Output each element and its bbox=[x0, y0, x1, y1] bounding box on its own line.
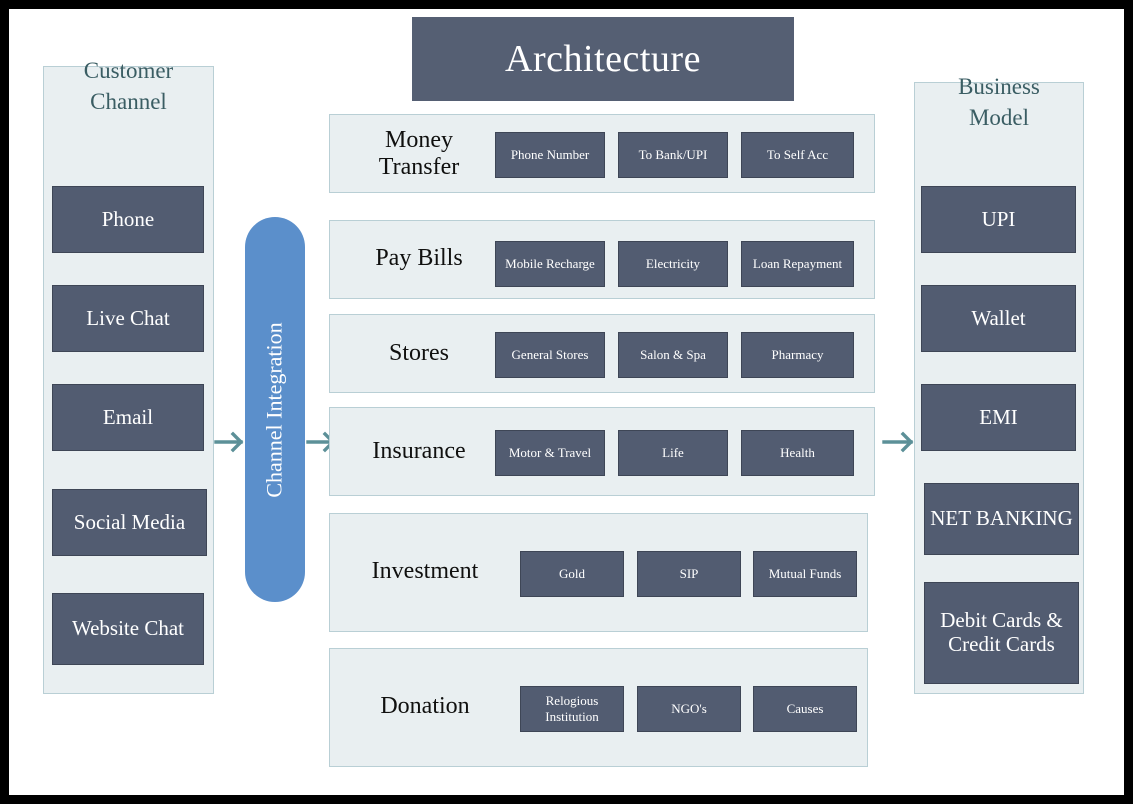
business-model-item-net-banking[interactable]: NET BANKING bbox=[924, 483, 1079, 555]
chip-label: Loan Repayment bbox=[752, 256, 843, 272]
business-model-item-emi[interactable]: EMI bbox=[921, 384, 1076, 451]
service-row-label: Investment bbox=[371, 558, 479, 584]
card-label: Debit Cards & Credit Cards bbox=[940, 608, 1063, 656]
chip-label: To Bank/UPI bbox=[638, 147, 708, 163]
service-chip[interactable]: Relogious Institution bbox=[520, 686, 624, 732]
service-chip[interactable]: Mobile Recharge bbox=[495, 241, 605, 287]
service-chip[interactable]: Mutual Funds bbox=[753, 551, 857, 597]
card-label: Phone bbox=[101, 206, 155, 231]
chip-label: Mutual Funds bbox=[768, 566, 842, 582]
chip-label: Mobile Recharge bbox=[505, 256, 595, 272]
business-model-item-wallet[interactable]: Wallet bbox=[921, 285, 1076, 352]
card-label: Email bbox=[102, 404, 154, 429]
chip-label: Causes bbox=[786, 701, 824, 717]
chip-label: General Stores bbox=[511, 347, 589, 363]
service-chip[interactable]: Gold bbox=[520, 551, 624, 597]
service-chip[interactable]: Pharmacy bbox=[741, 332, 854, 378]
service-chip[interactable]: Causes bbox=[753, 686, 857, 732]
service-row-investment: Investment Gold SIP Mutual Funds bbox=[329, 513, 868, 632]
channel-integration-label: Channel Integration bbox=[262, 321, 287, 498]
business-model-heading-line1: Business bbox=[958, 74, 1040, 99]
arrow-right-icon-right bbox=[882, 431, 914, 453]
page-title: Architecture bbox=[505, 38, 701, 80]
customer-channel-item-live-chat[interactable]: Live Chat bbox=[52, 285, 204, 352]
chip-label: Salon & Spa bbox=[640, 347, 706, 363]
service-chip[interactable]: Salon & Spa bbox=[618, 332, 728, 378]
business-model-heading: Business Model bbox=[915, 71, 1083, 133]
service-row-label: Donation bbox=[380, 693, 470, 719]
business-model-item-upi[interactable]: UPI bbox=[921, 186, 1076, 253]
chip-label: SIP bbox=[679, 566, 699, 582]
customer-channel-item-website-chat[interactable]: Website Chat bbox=[52, 593, 204, 665]
service-row-label: Pay Bills bbox=[375, 245, 463, 271]
card-label: Social Media bbox=[73, 509, 186, 534]
service-row-stores: Stores General Stores Salon & Spa Pharma… bbox=[329, 314, 875, 393]
diagram-canvas: Architecture Customer Channel Phone Live… bbox=[0, 0, 1133, 804]
service-chip[interactable]: Health bbox=[741, 430, 854, 476]
service-chip[interactable]: Electricity bbox=[618, 241, 728, 287]
service-chip[interactable]: General Stores bbox=[495, 332, 605, 378]
title-banner: Architecture bbox=[412, 17, 794, 101]
customer-channel-heading-line2: Channel bbox=[90, 89, 167, 115]
service-row-insurance: Insurance Motor & Travel Life Health bbox=[329, 407, 875, 496]
service-chip[interactable]: To Self Acc bbox=[741, 132, 854, 178]
chip-label: Life bbox=[662, 445, 684, 461]
service-chip[interactable]: To Bank/UPI bbox=[618, 132, 728, 178]
business-model-item-debit-credit-cards[interactable]: Debit Cards & Credit Cards bbox=[924, 582, 1079, 684]
service-chip[interactable]: Life bbox=[618, 430, 728, 476]
card-label: Wallet bbox=[971, 305, 1026, 330]
customer-channel-item-email[interactable]: Email bbox=[52, 384, 204, 451]
chip-label: Health bbox=[780, 445, 815, 461]
chip-label: Gold bbox=[559, 566, 585, 582]
card-label: Website Chat bbox=[71, 616, 185, 641]
service-chip[interactable]: Loan Repayment bbox=[741, 241, 854, 287]
business-model-heading-line2: Model bbox=[968, 105, 1030, 131]
arrow-right-icon-left bbox=[214, 431, 244, 453]
chip-label: Motor & Travel bbox=[508, 445, 592, 461]
card-label: EMI bbox=[979, 404, 1018, 429]
customer-channel-item-phone[interactable]: Phone bbox=[52, 186, 204, 253]
customer-channel-item-social-media[interactable]: Social Media bbox=[52, 489, 207, 556]
channel-integration-pill[interactable]: Channel Integration bbox=[245, 217, 305, 602]
service-chip[interactable]: Motor & Travel bbox=[495, 430, 605, 476]
chip-label: To Self Acc bbox=[766, 147, 829, 163]
business-model-panel: Business Model UPI Wallet EMI NET BANKIN… bbox=[914, 74, 1084, 694]
chip-label: NGO's bbox=[671, 701, 707, 717]
card-label: Live Chat bbox=[86, 305, 170, 330]
service-row-donation: Donation Relogious Institution NGO's Cau… bbox=[329, 648, 868, 767]
service-row-pay-bills: Pay Bills Mobile Recharge Electricity Lo… bbox=[329, 220, 875, 299]
diagram-stage: Architecture Customer Channel Phone Live… bbox=[9, 9, 1124, 795]
chip-label: Relogious Institution bbox=[545, 693, 599, 724]
service-row-money-transfer: Money Transfer Phone Number To Bank/UPI … bbox=[329, 114, 875, 193]
customer-channel-panel: Customer Channel Phone Live Chat Email S… bbox=[43, 58, 214, 694]
chip-label: Electricity bbox=[645, 256, 701, 272]
customer-channel-heading: Customer Channel bbox=[83, 58, 174, 115]
card-label: NET BANKING bbox=[930, 506, 1073, 531]
chip-label: Phone Number bbox=[510, 147, 590, 163]
service-row-label: Money Transfer bbox=[378, 127, 460, 180]
service-chip[interactable]: SIP bbox=[637, 551, 741, 597]
service-row-label: Stores bbox=[389, 340, 449, 366]
service-chip[interactable]: Phone Number bbox=[495, 132, 605, 178]
card-label: UPI bbox=[981, 206, 1016, 231]
service-row-label: Insurance bbox=[372, 438, 466, 464]
service-chip[interactable]: NGO's bbox=[637, 686, 741, 732]
chip-label: Pharmacy bbox=[771, 347, 824, 363]
